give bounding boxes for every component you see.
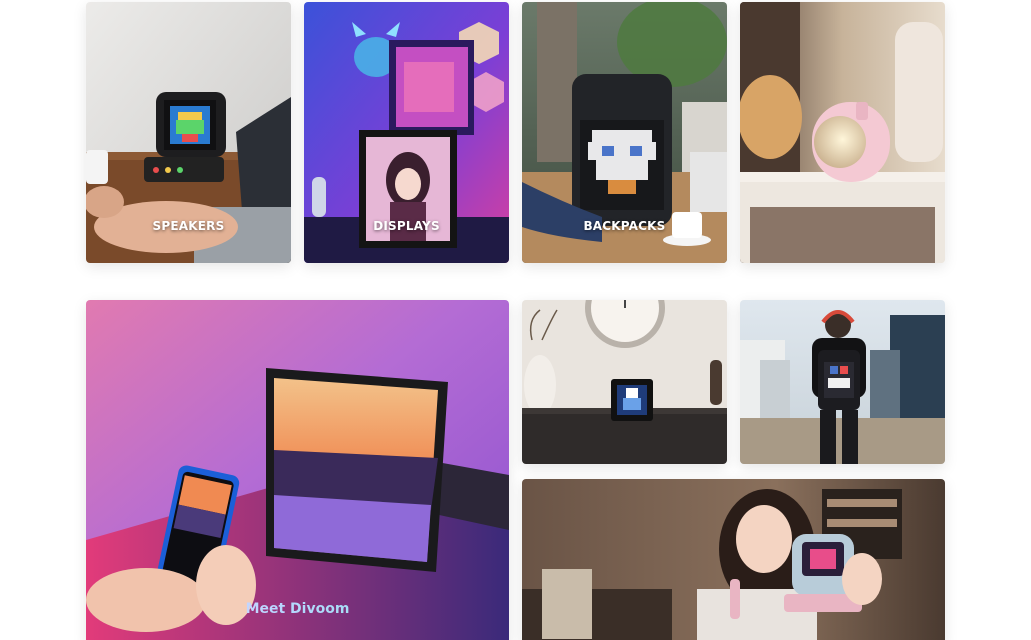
lamp-product-card[interactable] — [740, 2, 945, 263]
displays-label: DISPLAYS — [373, 219, 440, 233]
backpack-man-photo — [740, 300, 945, 464]
pixel-cube-product-card[interactable] — [522, 300, 727, 464]
backpack-man-product-card[interactable] — [740, 300, 945, 464]
speakers-label: SPEAKERS — [152, 219, 225, 233]
pixel-cube-photo — [522, 300, 727, 464]
backpacks-category-card[interactable]: BACKPACKS — [522, 2, 727, 263]
meet-divoom-photo — [86, 300, 509, 640]
backpacks-label: BACKPACKS — [583, 219, 666, 233]
meet-divoom-label: Meet Divoom — [86, 601, 509, 617]
retro-speaker-product-card[interactable] — [522, 479, 945, 640]
retro-speaker-photo — [522, 479, 945, 640]
meet-divoom-feature-card[interactable]: Meet Divoom — [86, 300, 509, 640]
product-category-gallery: SPEAKERS DISPLAYS BACKPACKS Meet Divoom — [0, 0, 1031, 640]
speakers-category-card[interactable]: SPEAKERS — [86, 2, 291, 263]
displays-category-card[interactable]: DISPLAYS — [304, 2, 509, 263]
lamp-photo — [740, 2, 945, 263]
